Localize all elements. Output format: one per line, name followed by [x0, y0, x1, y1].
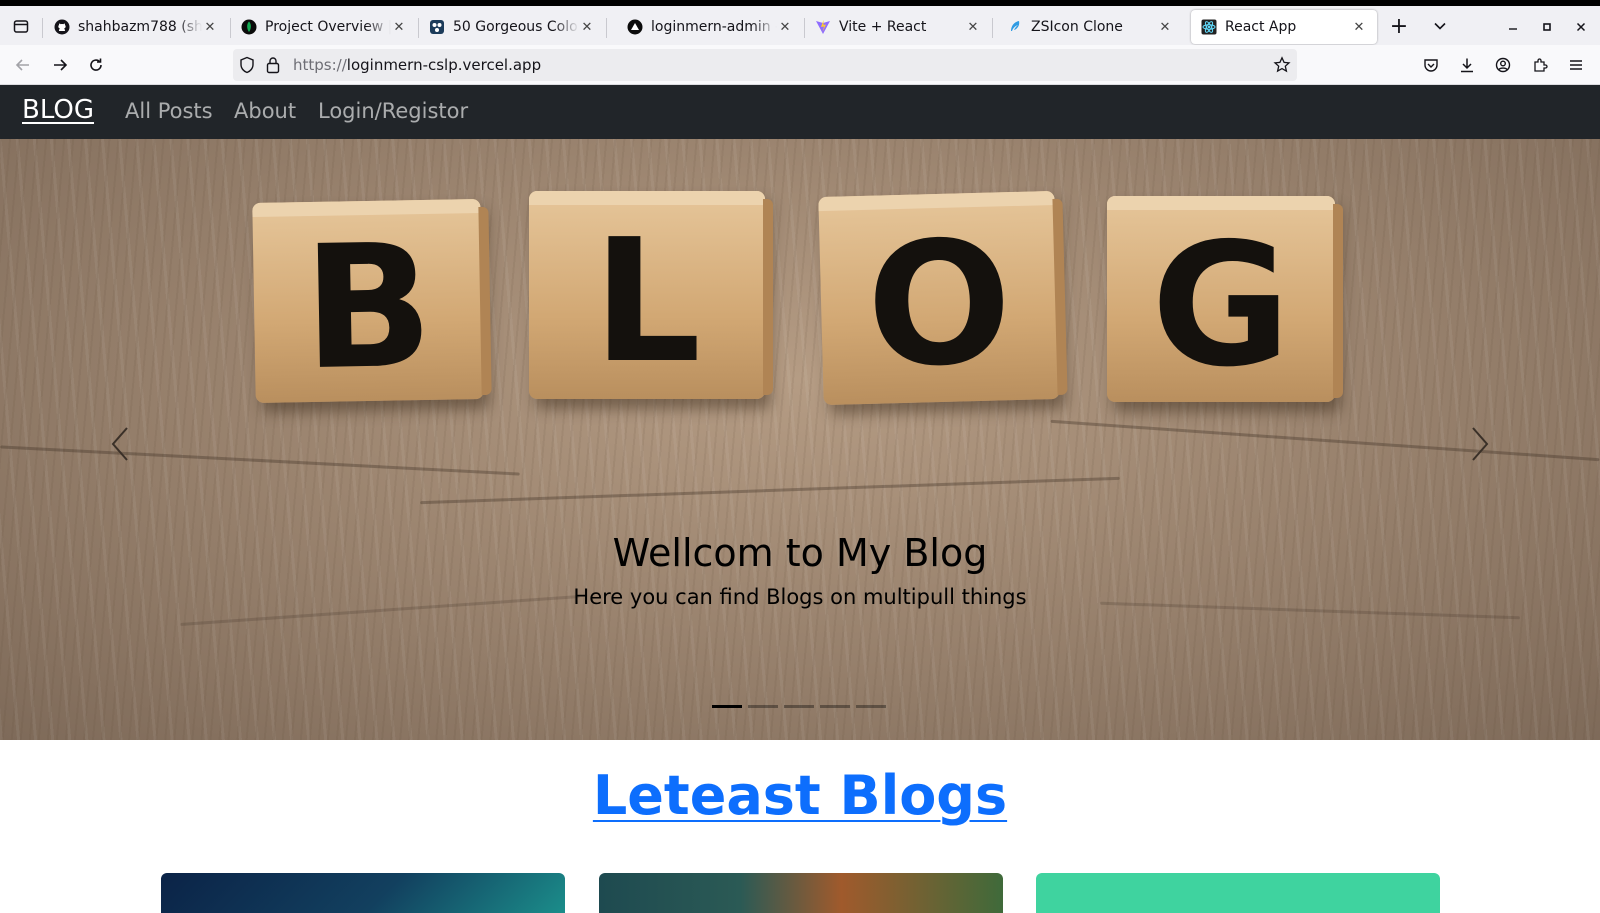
github-icon: [54, 19, 70, 35]
chevron-down-icon: [1434, 22, 1446, 30]
vercel-triangle-icon: [627, 19, 643, 35]
bookmark-star-icon[interactable]: [1273, 56, 1291, 78]
navbar-brand[interactable]: BLOG: [22, 95, 94, 125]
carousel-indicator[interactable]: [712, 705, 742, 708]
extensions-button[interactable]: [1527, 52, 1553, 78]
tab-close-icon[interactable]: ✕: [1157, 20, 1173, 35]
tab-title: React App: [1225, 19, 1297, 35]
browser-toolbar: https://loginmern-cslp.vercel.app: [0, 45, 1600, 85]
vite-icon: [815, 19, 831, 35]
carousel-indicator[interactable]: [820, 705, 850, 708]
browser-tab-bar: shahbazm788 (shahbazm788) ✕ Project Over…: [0, 0, 1600, 45]
letter-block: B: [252, 199, 484, 409]
browser-tab[interactable]: 50 Gorgeous Color Schemes ✕: [419, 10, 605, 44]
tab-close-icon[interactable]: ✕: [965, 20, 981, 35]
nav-link-login-register[interactable]: Login/Registor: [318, 99, 468, 123]
close-icon: [1576, 22, 1586, 32]
mongodb-leaf-icon: [241, 19, 257, 35]
lock-icon[interactable]: [266, 56, 280, 78]
download-icon: [1461, 58, 1473, 73]
blog-card-image[interactable]: [1036, 873, 1440, 913]
nav-link-all-posts[interactable]: All Posts: [125, 99, 213, 123]
carousel-caption-text: Here you can find Blogs on multipull thi…: [573, 585, 1027, 609]
pocket-button[interactable]: [1418, 52, 1444, 78]
tab-title: shahbazm788 (shahbazm788): [78, 19, 202, 35]
block-letter: L: [592, 203, 702, 401]
arrow-left-icon: [15, 59, 29, 71]
tab-title: 50 Gorgeous Color Schemes: [453, 19, 579, 35]
minimize-icon: [1509, 28, 1517, 30]
letter-block: G: [1107, 196, 1343, 405]
blog-card-image[interactable]: [599, 873, 1003, 913]
carousel-next-button[interactable]: [1460, 424, 1500, 464]
pocket-icon: [1424, 59, 1438, 72]
hamburger-menu-icon: [1570, 60, 1582, 70]
reload-button[interactable]: [83, 52, 109, 78]
account-icon: [1495, 57, 1511, 73]
feather-icon: [1007, 19, 1023, 35]
carousel-indicator[interactable]: [748, 705, 778, 708]
minimize-window-button[interactable]: [1500, 14, 1526, 40]
block-letter: B: [301, 207, 435, 409]
chevron-left-icon: [111, 427, 128, 461]
app-menu-button[interactable]: [1563, 52, 1589, 78]
carousel-prev-button[interactable]: [100, 424, 140, 464]
block-letter: G: [1151, 207, 1291, 405]
account-button[interactable]: [1490, 52, 1516, 78]
tab-overview-icon: [13, 20, 29, 33]
close-window-button[interactable]: [1568, 14, 1594, 40]
url-bar[interactable]: https://loginmern-cslp.vercel.app: [233, 49, 1297, 81]
tab-title: Project Overview | Cloud: MongoDB Cloud: [265, 19, 391, 35]
url-scheme: https://: [293, 56, 347, 74]
tab-title: ZSIcon Clone: [1031, 19, 1123, 35]
site-navbar: BLOG All Posts About Login/Registor: [0, 85, 1600, 139]
carousel-indicators: [712, 705, 886, 708]
browser-tab[interactable]: ZSIcon Clone ✕: [997, 10, 1183, 44]
hero-carousel: B L O G Wellcom to My Blog Here you can …: [0, 139, 1600, 740]
tab-close-icon[interactable]: ✕: [1351, 20, 1367, 35]
blog-card-image[interactable]: [161, 873, 565, 913]
carousel-caption-title: Wellcom to My Blog: [612, 531, 988, 575]
shield-icon[interactable]: [239, 56, 255, 78]
plus-icon: +: [1389, 13, 1409, 39]
browser-tab[interactable]: Vite + React ✕: [805, 10, 991, 44]
maximize-window-button[interactable]: [1534, 14, 1560, 40]
url-host: loginmern-cslp.vercel.app: [346, 56, 542, 74]
tab-title: loginmern-admin - Overview: [651, 19, 777, 35]
nav-link-about[interactable]: About: [234, 99, 296, 123]
carousel-indicator[interactable]: [856, 705, 886, 708]
letter-block: L: [529, 191, 773, 401]
tab-close-icon[interactable]: ✕: [202, 20, 218, 35]
tab-overview-button[interactable]: [8, 13, 34, 39]
browser-tab[interactable]: shahbazm788 (shahbazm788) ✕: [44, 10, 228, 44]
browser-tab-active[interactable]: React App ✕: [1191, 10, 1377, 44]
downloads-button[interactable]: [1454, 52, 1480, 78]
new-tab-button[interactable]: +: [1386, 13, 1412, 39]
tab-close-icon[interactable]: ✕: [579, 20, 595, 35]
tab-close-icon[interactable]: ✕: [777, 20, 793, 35]
browser-tab[interactable]: Project Overview | Cloud: MongoDB Cloud …: [231, 10, 417, 44]
forward-button[interactable]: [47, 52, 73, 78]
react-icon: [1201, 19, 1217, 35]
latest-blogs-heading[interactable]: Leteast Blogs: [0, 764, 1600, 827]
tab-title: Vite + React: [839, 19, 927, 35]
letter-block: O: [818, 190, 1060, 406]
reload-icon: [90, 58, 102, 71]
browser-tab[interactable]: loginmern-admin - Overview ✕: [617, 10, 803, 44]
maximize-icon: [1543, 23, 1551, 31]
arrow-right-icon: [54, 59, 68, 71]
chevron-right-icon: [1472, 427, 1489, 461]
tab-close-icon[interactable]: ✕: [391, 20, 407, 35]
url-text[interactable]: https://loginmern-cslp.vercel.app: [293, 56, 541, 74]
back-button[interactable]: [10, 52, 36, 78]
palette-icon: [429, 19, 445, 35]
carousel-indicator[interactable]: [784, 705, 814, 708]
block-letter: O: [864, 204, 1015, 406]
list-all-tabs-button[interactable]: [1427, 13, 1453, 39]
puzzle-icon: [1534, 58, 1548, 72]
